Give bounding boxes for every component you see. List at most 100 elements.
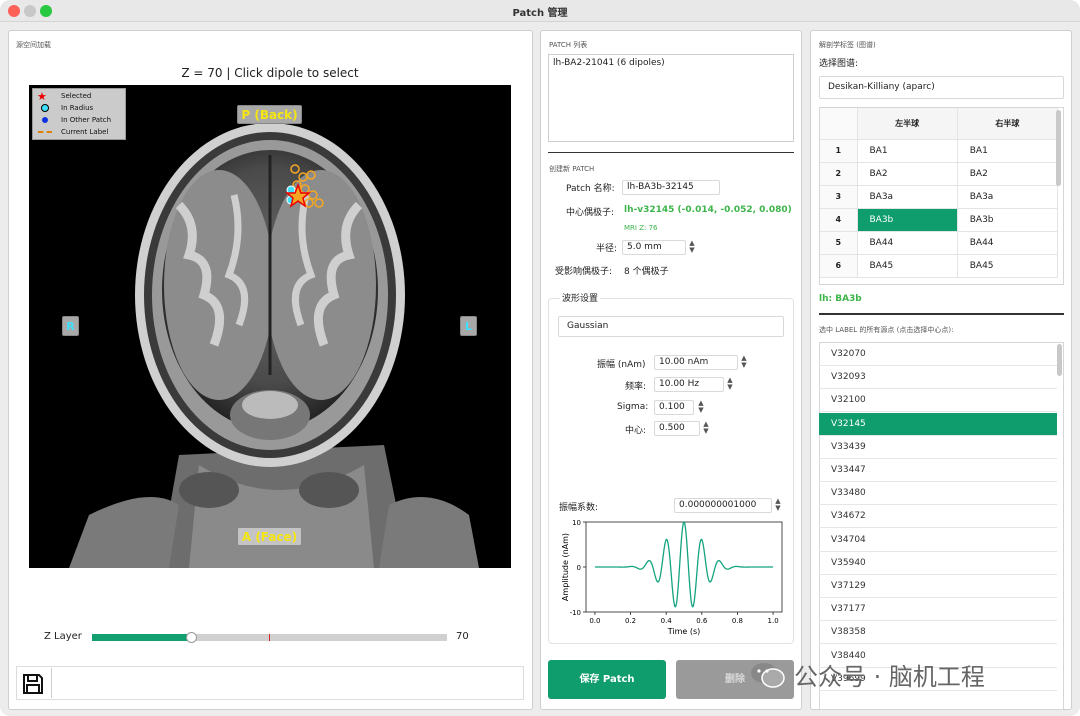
amplitude-input[interactable]: 10.00 nAm bbox=[654, 355, 738, 370]
patch-list[interactable]: lh-BA2-21041 (6 dipoles) bbox=[548, 54, 794, 142]
source-list-item[interactable]: V33480 bbox=[819, 482, 1057, 506]
frequency-spinner[interactable]: ▲ ▼ bbox=[726, 377, 734, 391]
center-time-label: 中心: bbox=[625, 426, 647, 436]
table-row[interactable]: 3 BA3a BA3a bbox=[820, 185, 1059, 209]
table-cell[interactable]: BA2 bbox=[957, 162, 1059, 186]
source-list-item[interactable]: V32093 bbox=[819, 366, 1057, 390]
table-scrollbar[interactable] bbox=[1056, 110, 1061, 186]
table-cell[interactable]: BA1 bbox=[957, 139, 1059, 163]
radius-spinner[interactable]: ▲ ▼ bbox=[688, 240, 696, 254]
legend-selected: Selected bbox=[61, 92, 92, 100]
plot-legend: ★ Selected In Radius In Other Patch Curr… bbox=[32, 88, 126, 140]
source-list-item[interactable]: V32145 bbox=[819, 412, 1057, 436]
zlayer-value: 70 bbox=[456, 631, 469, 642]
table-cell[interactable]: BA2 bbox=[857, 162, 958, 186]
center-time-input[interactable]: 0.500 bbox=[654, 421, 700, 436]
radius-input[interactable]: 5.0 mm bbox=[622, 240, 686, 255]
legend-in-other-patch: In Other Patch bbox=[61, 116, 112, 124]
zlayer-label: Z Layer bbox=[44, 631, 82, 642]
x-tick-label: 0.8 bbox=[732, 617, 743, 625]
row-index: 5 bbox=[820, 231, 858, 255]
mri-view[interactable]: ★ Selected In Radius In Other Patch Curr… bbox=[29, 85, 511, 568]
source-list-item[interactable]: V32100 bbox=[819, 389, 1057, 413]
source-list-item[interactable]: V34672 bbox=[819, 505, 1057, 529]
amplitude-spinner[interactable]: ▲ ▼ bbox=[740, 355, 748, 369]
affected-value: 8 个偶极子 bbox=[624, 267, 669, 277]
table-cell[interactable]: BA3b bbox=[957, 208, 1059, 232]
window-title: Patch 管理 bbox=[512, 8, 568, 19]
amplitude-label: 振幅 (nAm) bbox=[597, 360, 646, 370]
wechat-icon bbox=[750, 661, 786, 689]
sigma-input[interactable]: 0.100 bbox=[654, 400, 694, 415]
table-row[interactable]: 1 BA1 BA1 bbox=[820, 139, 1059, 163]
plot-title: Z = 70 | Click dipole to select bbox=[181, 66, 359, 80]
amplitude-coef-input[interactable]: 0.000000001000 bbox=[674, 498, 772, 513]
legend-in-radius: In Radius bbox=[61, 104, 94, 112]
toolbar bbox=[16, 666, 524, 700]
atlas-select[interactable]: Desikan-Killiany (aparc) bbox=[819, 76, 1064, 99]
watermark: 公众号 · 脑机工程 bbox=[748, 655, 1060, 691]
zlayer-slider-fill bbox=[92, 634, 192, 641]
waveform-group-label: 波形设置 bbox=[560, 291, 601, 304]
table-cell[interactable]: BA3a bbox=[957, 185, 1059, 209]
y-tick-label: -10 bbox=[570, 609, 581, 617]
orient-bottom-label: A (Face) bbox=[237, 527, 302, 546]
save-icon[interactable] bbox=[21, 672, 45, 696]
table-header-left[interactable]: 左半球 bbox=[857, 108, 958, 140]
source-list-item[interactable]: V37129 bbox=[819, 575, 1057, 598]
current-label-value: lh: BA3b bbox=[819, 294, 862, 304]
x-tick-label: 0.2 bbox=[625, 617, 636, 625]
table-row[interactable]: 6 BA45 BA45 bbox=[820, 254, 1059, 278]
sources-label: 选中 LABEL 的所有源点 (点击选择中心点): bbox=[819, 326, 954, 334]
x-tick-label: 1.0 bbox=[768, 617, 779, 625]
frequency-label: 频率: bbox=[625, 382, 647, 392]
mri-z-value: MRI Z: 76 bbox=[624, 224, 658, 232]
save-patch-button[interactable]: 保存 Patch bbox=[548, 660, 666, 699]
patch-list-item[interactable]: lh-BA2-21041 (6 dipoles) bbox=[553, 58, 665, 68]
y-tick-label: 0 bbox=[577, 564, 581, 572]
sigma-spinner[interactable]: ▲ ▼ bbox=[697, 400, 705, 414]
orient-right-label: L bbox=[460, 316, 477, 336]
source-list-item[interactable]: V34704 bbox=[819, 529, 1057, 552]
label-table[interactable]: 左半球 右半球 1 BA1 BA1 2 BA2 BA2 3 BA3a BA3a 4 BA3b BA… bbox=[819, 107, 1064, 285]
title-bar: Patch 管理 bbox=[0, 0, 1080, 22]
table-header-right[interactable]: 右半球 bbox=[957, 108, 1059, 140]
patch-list-label: PATCH 列表 bbox=[549, 41, 588, 49]
amplitude-coef-spinner[interactable]: ▲ ▼ bbox=[774, 498, 782, 512]
table-cell[interactable]: BA1 bbox=[857, 139, 958, 163]
patch-name-label: Patch 名称: bbox=[566, 184, 615, 194]
app-window: Patch 管理 源空间加载 Z = 70 | Click dipole to … bbox=[0, 0, 1080, 716]
zlayer-slider[interactable] bbox=[92, 632, 447, 643]
radius-label: 半径: bbox=[596, 244, 618, 254]
watermark-text: 公众号 · 脑机工程 bbox=[794, 663, 985, 691]
waveform-chart: 0.0 0.2 0.4 0.6 0.8 1.0 10 0 -10 Time (s) Amplit… bbox=[558, 516, 788, 638]
table-cell[interactable]: BA44 bbox=[857, 231, 958, 255]
row-index: 2 bbox=[820, 162, 858, 186]
table-cell[interactable]: BA44 bbox=[957, 231, 1059, 255]
table-cell-selected[interactable]: BA3b bbox=[857, 208, 958, 232]
chart-xlabel: Time (s) bbox=[667, 627, 701, 636]
source-list-item[interactable]: V32070 bbox=[819, 343, 1057, 366]
table-row[interactable]: 2 BA2 BA2 bbox=[820, 162, 1059, 186]
source-list-item[interactable]: V37177 bbox=[819, 598, 1057, 622]
patch-name-input[interactable]: lh-BA3b-32145 bbox=[622, 180, 720, 195]
sources-scrollbar[interactable] bbox=[1057, 344, 1062, 376]
row-index: 4 bbox=[820, 208, 858, 232]
source-list-item[interactable]: V33439 bbox=[819, 436, 1057, 459]
table-cell[interactable]: BA45 bbox=[857, 254, 958, 278]
source-list-item[interactable]: V35940 bbox=[819, 552, 1057, 575]
chart-ylabel: Amplitude (nAm) bbox=[561, 533, 570, 601]
frequency-input[interactable]: 10.00 Hz bbox=[654, 377, 724, 392]
x-tick-label: 0.0 bbox=[589, 617, 600, 625]
atlas-section-label: 解剖学标签 (图谱) bbox=[819, 41, 876, 49]
source-list-item[interactable]: V38358 bbox=[819, 621, 1057, 645]
amplitude-coef-label: 振幅系数: bbox=[559, 503, 599, 513]
center-time-spinner[interactable]: ▲ ▼ bbox=[702, 421, 710, 435]
y-tick-label: 10 bbox=[572, 519, 581, 527]
table-cell[interactable]: BA3a bbox=[857, 185, 958, 209]
waveform-type-select[interactable]: Gaussian bbox=[558, 316, 784, 337]
table-row[interactable]: 5 BA44 BA44 bbox=[820, 231, 1059, 255]
table-row[interactable]: 4 BA3b BA3b bbox=[820, 208, 1059, 232]
source-list-item[interactable]: V33447 bbox=[819, 459, 1057, 482]
table-cell[interactable]: BA45 bbox=[957, 254, 1059, 278]
